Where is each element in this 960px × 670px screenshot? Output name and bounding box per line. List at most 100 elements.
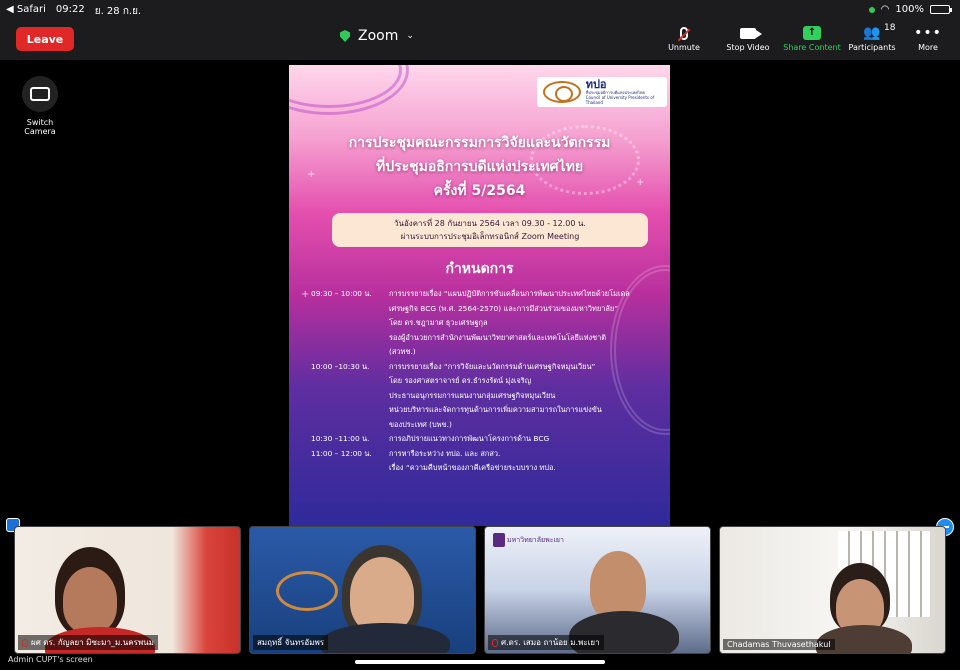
microphone-muted-icon <box>680 26 688 40</box>
shared-screen-slide: + + + ทปอ ที่ประชุมอธิการบดีแห่งประเทศไท… <box>289 65 670 526</box>
stop-video-label: Stop Video <box>726 43 770 52</box>
switch-camera-icon <box>30 87 50 101</box>
cupt-logo-text: ทปอ <box>585 78 607 91</box>
mic-muted-icon <box>22 638 28 647</box>
mic-muted-icon <box>492 638 498 647</box>
agenda-row: 10:00 –10:30 น. การบรรยายเรื่อง “การวิจัย… <box>311 360 661 375</box>
switch-camera-label: Switch Camera <box>24 118 56 136</box>
slide-title-line: การประชุมคณะกรรมการวิจัยและนวัตกรรม <box>348 135 611 151</box>
agenda-row: (สวทช.) <box>311 345 661 360</box>
stop-video-button[interactable]: Stop Video <box>722 23 774 52</box>
participant-tile[interactable]: ผศ ดร. กัญลยา มิซะมา_ม.นครพนม <box>14 526 241 654</box>
meeting-title[interactable]: Zoom ⌄ <box>340 28 414 44</box>
agenda-time <box>311 461 389 476</box>
agenda-time: 09:30 – 10:00 น. <box>311 289 372 298</box>
agenda-time <box>311 302 389 317</box>
agenda-row: 11:00 – 12:00 น. การหารือระหว่าง ทปอ. และ… <box>311 447 661 462</box>
cupt-logo-mark <box>543 81 581 103</box>
wifi-icon: ◠ <box>880 4 890 15</box>
shared-screen-label: Admin CUPT's screen <box>8 655 93 664</box>
chevron-down-icon: ⌄ <box>406 31 414 41</box>
sparkle-icon: + <box>301 289 310 300</box>
date-venue-box: วันอังคารที่ 28 กันยายน 2564 เวลา 09.30 … <box>332 213 648 247</box>
agenda-time <box>311 403 389 418</box>
agenda-heading: กำหนดการ <box>445 261 514 277</box>
home-indicator[interactable] <box>355 660 605 664</box>
university-banner-text: มหาวิทยาลัยพะเยา <box>507 536 564 544</box>
slide-title-line: ที่ประชุมอธิการบดีแห่งประเทศไทย <box>375 159 584 175</box>
more-label: More <box>918 43 938 52</box>
agenda-row: ของประเทศ (บพข.) <box>311 418 661 433</box>
agenda-row: เรื่อง “ความคืบหน้าของภาคีเครือข่ายระบบร… <box>311 461 661 476</box>
cupt-logo: ทปอ ที่ประชุมอธิการบดีแห่งประเทศไทย Coun… <box>537 77 667 107</box>
unmute-label: Unmute <box>668 43 700 52</box>
agenda-row: ประธานอนุกรรมการแผนงานกลุ่มเศรษฐกิจหมุนเ… <box>311 389 661 404</box>
meeting-toolbar: Leave Zoom ⌄ Unmute Stop Video ↑ Share C… <box>0 20 960 60</box>
switch-camera-button[interactable]: Switch Camera <box>10 76 70 136</box>
agenda-description: การบรรยายเรื่อง “แผนปฏิบัติการขับเคลื่อน… <box>389 289 630 298</box>
agenda-description: (สวทช.) <box>389 347 416 356</box>
agenda-row: โดย ดร.ชฎามาศ ธุวะเศรษฐกุล <box>311 316 661 331</box>
agenda-description: เศรษฐกิจ BCG (พ.ศ. 2564-2570) และการมีส่… <box>389 303 619 313</box>
agenda-row: โดย รองศาสตราจารย์ ดร.ธำรงรัตน์ มุ่งเจริ… <box>311 374 661 389</box>
share-arrow-icon: ↑ <box>803 26 821 40</box>
unmute-button[interactable]: Unmute <box>664 23 704 52</box>
agenda-time <box>311 345 389 360</box>
participants-button[interactable]: 👥 18 Participants <box>845 23 899 52</box>
battery-icon <box>930 5 952 14</box>
participant-face <box>63 567 117 633</box>
agenda-description: ของประเทศ (บพข.) <box>389 419 452 429</box>
more-dots-icon: ••• <box>914 25 942 41</box>
participant-clothing <box>320 623 450 653</box>
more-button[interactable]: ••• More <box>912 23 944 52</box>
participant-name: สมฤทธิ์ จันทรอัมพร <box>257 638 325 647</box>
university-logo <box>493 533 505 547</box>
agenda-time <box>311 316 389 331</box>
agenda-description: การบรรยายเรื่อง “การวิจัยและนวัตกรรมด้าน… <box>389 361 596 371</box>
battery-percent: 100% <box>895 4 924 15</box>
agenda-time: 11:00 – 12:00 น. <box>311 448 372 458</box>
participant-tile[interactable]: สมฤทธิ์ จันทรอัมพร <box>249 526 476 654</box>
slide-title-line: ครั้งที่ 5/2564 <box>433 183 526 199</box>
agenda-row: 09:30 – 10:00 น. การบรรยายเรื่อง “แผนปฏิบ… <box>311 287 661 302</box>
share-content-label: Share Content <box>783 43 841 52</box>
agenda-time <box>311 389 389 404</box>
meeting-title-text: Zoom <box>358 28 399 44</box>
back-to-app-link[interactable]: ◀ Safari <box>6 4 46 19</box>
agenda-time: 10:30 –11:00 น. <box>311 434 370 443</box>
agenda-row: รองผู้อำนวยการสำนักงานพัฒนาวิทยาศาสตร์แล… <box>311 331 661 346</box>
agenda-time: 10:00 –10:30 น. <box>311 361 370 371</box>
participant-name: ผศ ดร. กัญลยา มิซะมา_ม.นครพนม <box>31 638 154 647</box>
decorative-swirl <box>289 65 409 115</box>
agenda-description: เรื่อง “ความคืบหน้าของภาคีเครือข่ายระบบร… <box>389 463 556 472</box>
agenda-time <box>311 331 389 346</box>
agenda-description: การหารือระหว่าง ทปอ. และ สกสว. <box>389 448 501 458</box>
cupt-logo-mark <box>276 571 338 611</box>
agenda-row: 10:30 –11:00 น. การอภิปรายแนวทางการพัฒนาโ… <box>311 432 661 447</box>
cupt-logo-subtitle-en: Council of University Presidents of Thai… <box>585 95 655 105</box>
agenda-description: โดย รองศาสตราจารย์ ดร.ธำรงรัตน์ มุ่งเจริ… <box>389 376 531 385</box>
participants-count: 18 <box>884 23 896 33</box>
agenda-description: โดย ดร.ชฎามาศ ธุวะเศรษฐกุล <box>389 318 488 327</box>
agenda-row: หน่วยบริหารและจัดการทุนด้านการเพิ่มความส… <box>311 403 661 418</box>
camera-in-use-indicator <box>868 6 875 13</box>
agenda-description: ประธานอนุกรรมการแผนงานกลุ่มเศรษฐกิจหมุนเ… <box>389 390 556 400</box>
slide-title: การประชุมคณะกรรมการวิจัยและนวัตกรรม ที่ป… <box>289 131 670 203</box>
agenda-time <box>311 374 389 389</box>
agenda-time <box>311 418 389 433</box>
participants-label: Participants <box>848 43 896 52</box>
participant-face <box>350 557 414 633</box>
video-camera-icon <box>740 27 762 39</box>
meeting-venue: ผ่านระบบการประชุมอิเล็กทรอนิกส์ Zoom Mee… <box>400 232 580 241</box>
participant-tile[interactable]: มหาวิทยาลัยพะเยา ศ.ดร. เสมอ ถาน้อย ม.พะเ… <box>484 526 711 654</box>
status-time: 09:22 <box>55 4 85 15</box>
leave-button[interactable]: Leave <box>16 27 74 51</box>
participant-name: Chadamas Thuvasethakul <box>727 640 831 649</box>
status-date: ย. 28 ก.ย. <box>94 6 142 17</box>
share-content-button[interactable]: ↑ Share Content <box>780 23 844 52</box>
meeting-date: วันอังคารที่ 28 กันยายน 2564 เวลา 09.30 … <box>394 219 586 228</box>
participant-tile[interactable]: Chadamas Thuvasethakul <box>719 526 946 654</box>
agenda-description: รองผู้อำนวยการสำนักงานพัฒนาวิทยาศาสตร์แล… <box>389 332 607 342</box>
agenda-description: การอภิปรายแนวทางการพัฒนาโครงการด้าน BCG <box>389 434 550 443</box>
agenda-description: หน่วยบริหารและจัดการทุนด้านการเพิ่มความส… <box>389 405 602 414</box>
